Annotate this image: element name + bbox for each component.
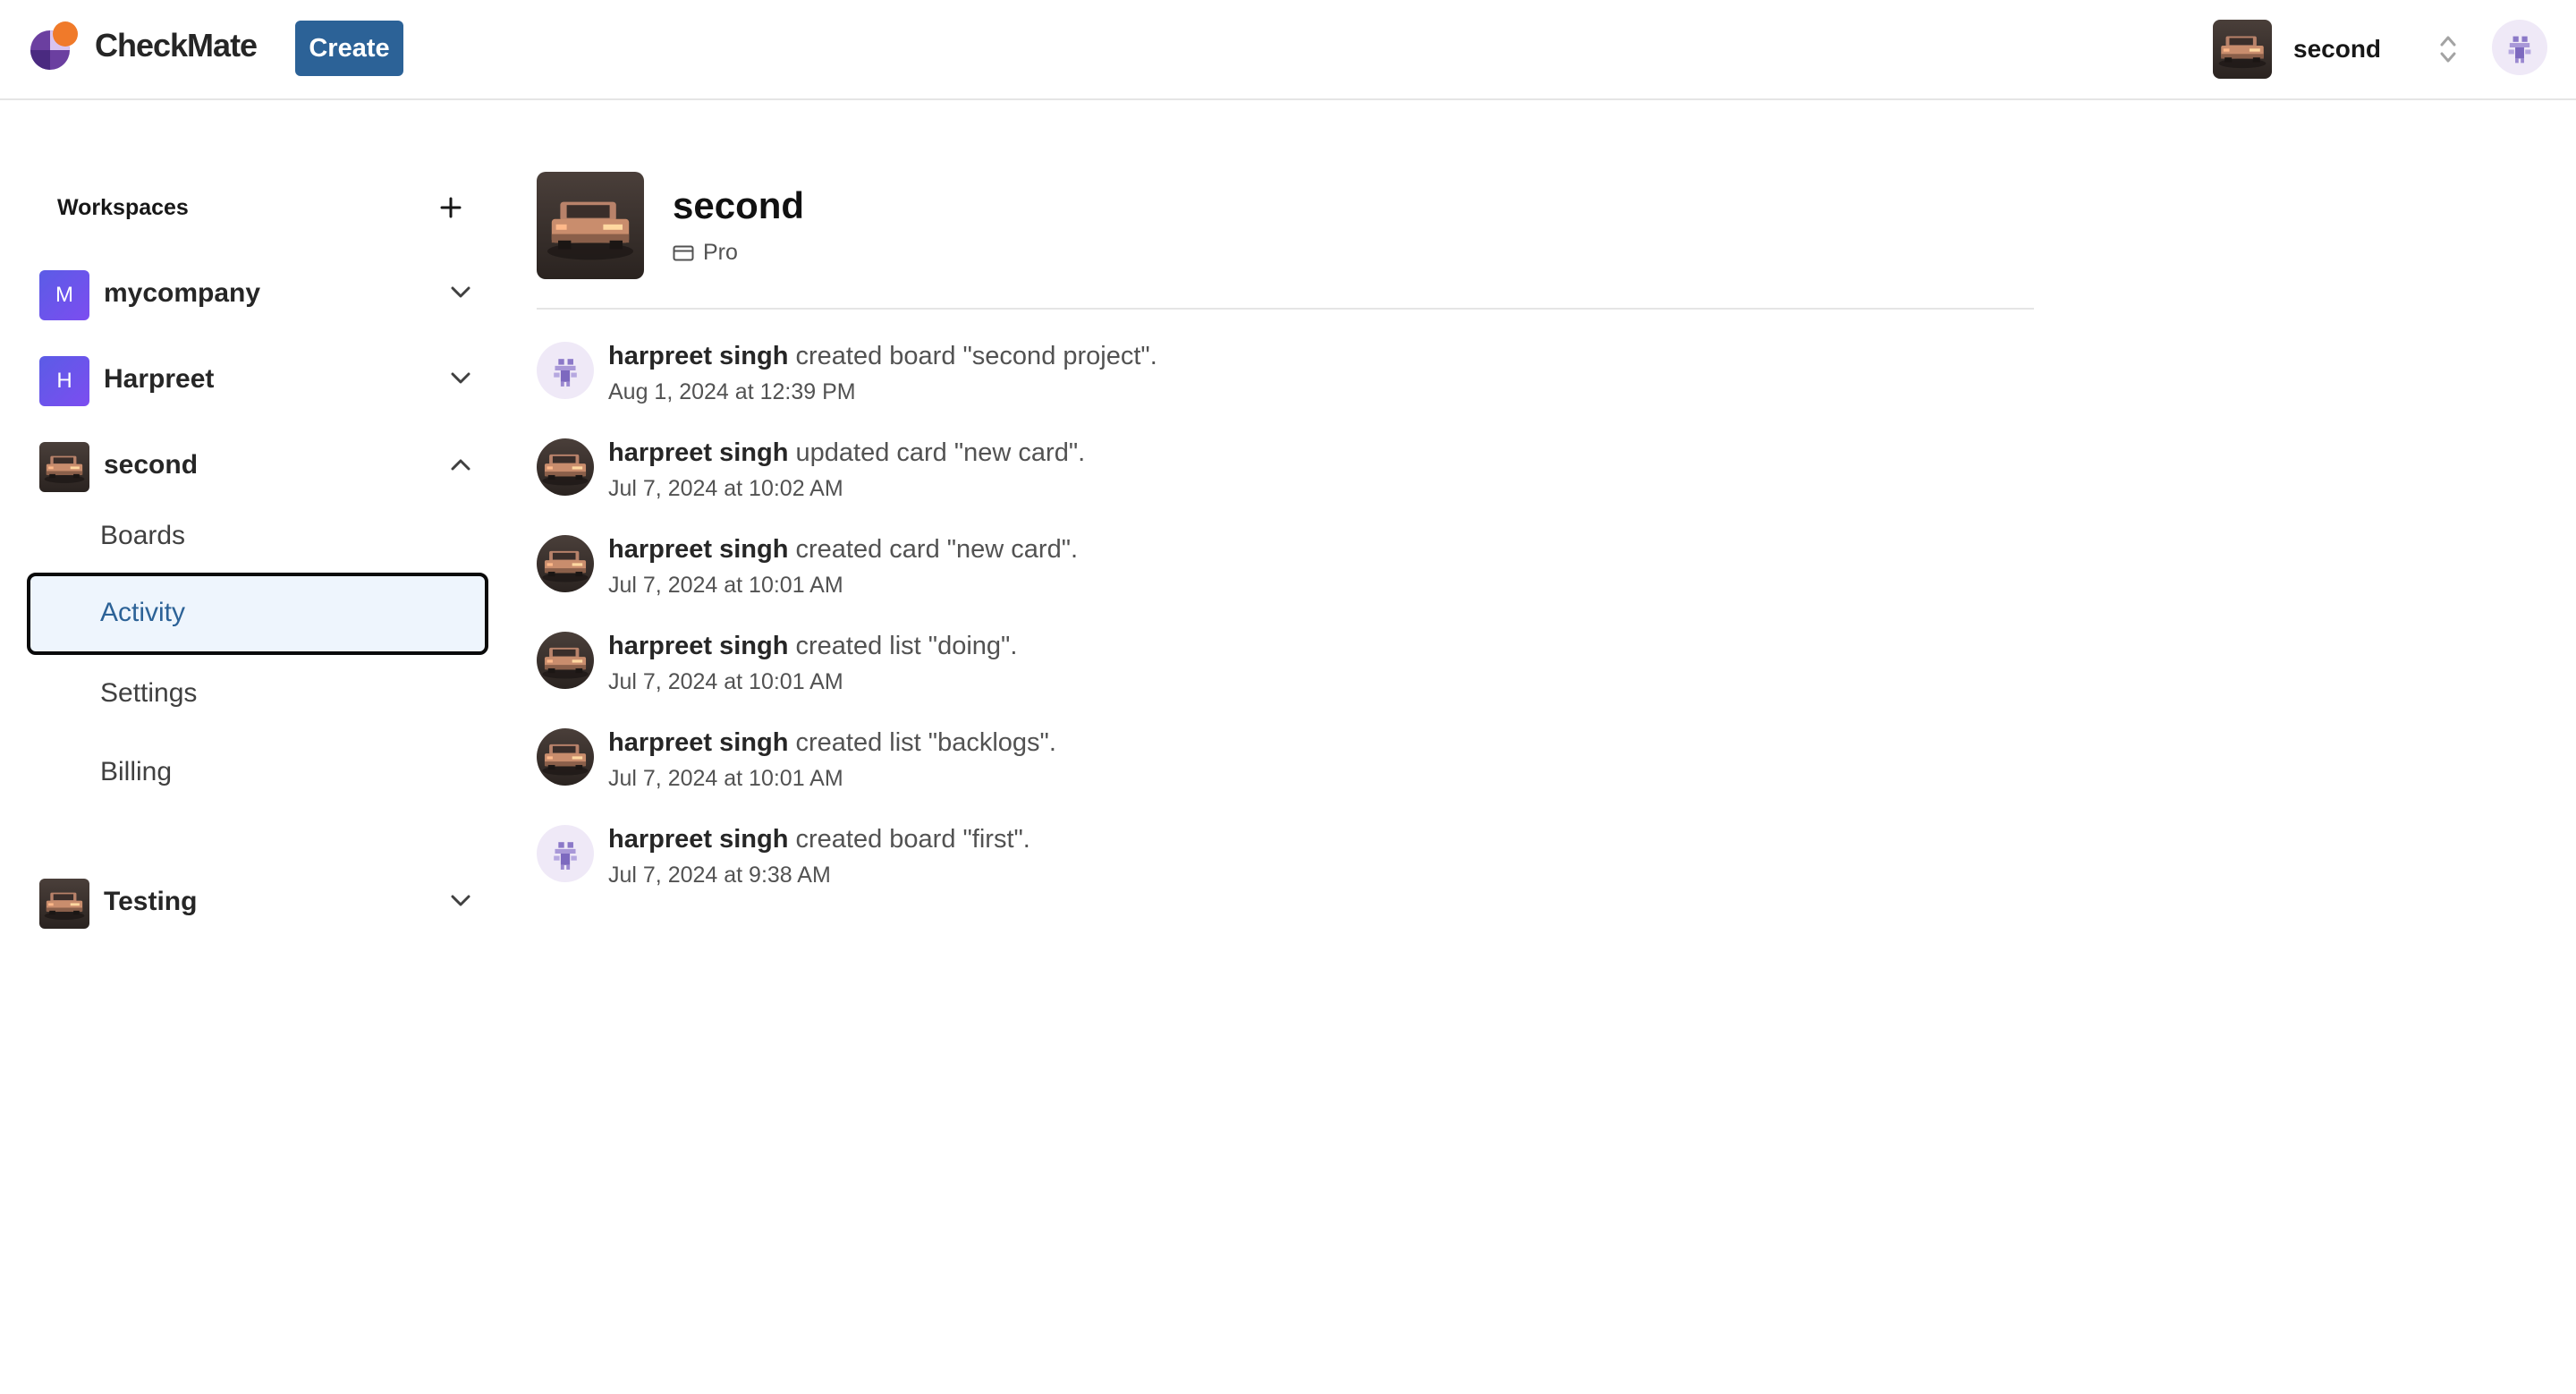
workspace-name: Harpreet xyxy=(104,364,215,394)
activity-avatar xyxy=(537,632,594,689)
activity-user: harpreet singh xyxy=(608,728,789,757)
org-avatar xyxy=(2213,20,2272,79)
activity-action: created list "doing". xyxy=(788,632,1018,660)
workspaces-header: Workspaces xyxy=(27,179,488,236)
activity-user: harpreet singh xyxy=(608,632,789,660)
activity-avatar xyxy=(537,728,594,786)
chevron-down-icon xyxy=(451,372,470,384)
workspace-harpreet[interactable]: H Harpreet xyxy=(27,340,488,408)
activity-avatar xyxy=(537,825,594,882)
activity-item: harpreet singh updated card "new card". … xyxy=(537,438,2034,528)
activity-avatar xyxy=(537,535,594,592)
activity-avatar xyxy=(537,342,594,399)
workspaces-title: Workspaces xyxy=(57,195,189,220)
activity-user: harpreet singh xyxy=(608,438,789,467)
nav-activity-label: Activity xyxy=(100,598,186,627)
nav-boards[interactable]: Boards xyxy=(27,496,488,578)
activity-timestamp: Jul 7, 2024 at 10:02 AM xyxy=(608,476,843,501)
activity-action: created board "second project". xyxy=(788,342,1157,370)
activity-text: harpreet singh created board "second pro… xyxy=(608,342,1157,371)
activity-timestamp: Jul 7, 2024 at 10:01 AM xyxy=(608,573,843,598)
workspace-badge xyxy=(39,442,89,492)
workspace-image xyxy=(537,172,644,279)
activity-text: harpreet singh created list "backlogs". xyxy=(608,728,1056,758)
updown-icon xyxy=(2440,36,2456,63)
workspace-badge: M xyxy=(39,270,89,320)
brand-logo[interactable]: CheckMate xyxy=(29,20,258,72)
chevron-up-icon xyxy=(451,459,470,471)
org-switcher-name: second xyxy=(2293,35,2382,63)
nav-boards-label: Boards xyxy=(100,521,186,550)
plus-icon[interactable] xyxy=(438,195,463,220)
activity-timestamp: Jul 7, 2024 at 10:01 AM xyxy=(608,669,843,694)
workspace-mycompany[interactable]: M mycompany xyxy=(27,254,488,322)
activity-action: created board "first". xyxy=(788,825,1030,854)
activity-item: harpreet singh created list "doing". Jul… xyxy=(537,632,2034,721)
activity-action: updated card "new card". xyxy=(788,438,1086,467)
workspace-second[interactable]: second xyxy=(27,426,488,494)
activity-user: harpreet singh xyxy=(608,535,789,564)
activity-item: harpreet singh created board "second pro… xyxy=(537,342,2034,431)
chevron-down-icon xyxy=(451,895,470,906)
activity-text: harpreet singh updated card "new card". xyxy=(608,438,1085,468)
org-switcher[interactable]: second xyxy=(2213,20,2481,79)
workspace-name: mycompany xyxy=(104,278,261,308)
activity-action: created list "backlogs". xyxy=(788,728,1056,757)
chevron-down-icon xyxy=(451,286,470,298)
activity-avatar xyxy=(537,438,594,496)
activity-user: harpreet singh xyxy=(608,342,789,370)
nav-billing[interactable]: Billing xyxy=(27,732,488,814)
activity-text: harpreet singh created card "new card". xyxy=(608,535,1078,565)
user-avatar[interactable] xyxy=(2492,20,2547,75)
workspace-header: second Pro xyxy=(537,172,2034,310)
workspace-name: Testing xyxy=(104,887,198,916)
brand-name: CheckMate xyxy=(95,27,258,64)
top-navbar: CheckMate Create second xyxy=(0,0,2576,100)
plan-label: Pro xyxy=(703,240,738,265)
activity-timestamp: Aug 1, 2024 at 12:39 PM xyxy=(608,379,856,404)
create-button[interactable]: Create xyxy=(295,21,403,76)
logo-icon xyxy=(30,21,78,70)
page-title: second xyxy=(673,184,805,226)
nav-activity[interactable]: Activity xyxy=(27,573,488,655)
activity-timestamp: Jul 7, 2024 at 10:01 AM xyxy=(608,766,843,791)
workspace-badge xyxy=(39,879,89,929)
activity-item: harpreet singh created list "backlogs". … xyxy=(537,728,2034,818)
activity-action: created card "new card". xyxy=(788,535,1079,564)
workspace-name: second xyxy=(104,450,199,480)
activity-text: harpreet singh created board "first". xyxy=(608,825,1030,854)
activity-item: harpreet singh created card "new card". … xyxy=(537,535,2034,625)
workspace-badge: H xyxy=(39,356,89,406)
workspace-testing[interactable]: Testing xyxy=(27,863,488,931)
nav-settings[interactable]: Settings xyxy=(27,653,488,735)
activity-timestamp: Jul 7, 2024 at 9:38 AM xyxy=(608,863,831,888)
credit-card-icon xyxy=(673,245,694,260)
activity-item: harpreet singh created board "first". Ju… xyxy=(537,825,2034,914)
nav-settings-label: Settings xyxy=(100,678,198,708)
activity-text: harpreet singh created list "doing". xyxy=(608,632,1017,661)
plan-info: Pro xyxy=(673,240,738,266)
nav-billing-label: Billing xyxy=(100,757,173,786)
activity-user: harpreet singh xyxy=(608,825,789,854)
